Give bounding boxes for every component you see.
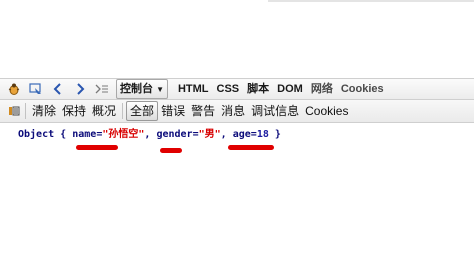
age-key: age: [232, 129, 251, 140]
comma: ,: [144, 129, 151, 140]
console-log-entry[interactable]: Object { name="孙悟空", gender="男", age=18 …: [18, 125, 281, 140]
comma: ,: [220, 129, 227, 140]
filter-info[interactable]: 消息: [218, 102, 248, 120]
browser-top-strip: [268, 0, 474, 2]
firebug-bug-icon[interactable]: [6, 81, 22, 97]
filter-errors[interactable]: 错误: [158, 102, 188, 120]
filter-separator: [25, 103, 26, 119]
filter-cookies[interactable]: Cookies: [302, 102, 351, 120]
persist-button[interactable]: 保持: [59, 102, 89, 120]
console-filter-icon[interactable]: [6, 103, 22, 119]
name-key: name: [72, 129, 97, 140]
tab-dom[interactable]: DOM: [273, 80, 307, 98]
dropdown-arrow-icon: ▼: [156, 85, 164, 94]
open-brace: {: [60, 129, 67, 140]
filter-warnings[interactable]: 警告: [188, 102, 218, 120]
firebug-toolbar: 控制台 ▼ HTML CSS 脚本 DOM 网络 Cookies: [0, 78, 474, 100]
filter-all[interactable]: 全部: [126, 101, 159, 121]
age-value: 18: [256, 129, 269, 140]
object-prefix: Object: [18, 129, 55, 140]
inspect-cursor-icon[interactable]: [28, 81, 44, 97]
annotation-underline-age: [228, 145, 274, 150]
filter-separator: [122, 103, 124, 119]
command-line-icon[interactable]: [94, 81, 110, 97]
console-filter-bar: 清除 保持 概况 全部 错误 警告 消息 调试信息 Cookies: [0, 100, 474, 123]
profile-button[interactable]: 概况: [89, 102, 119, 120]
back-arrow-icon[interactable]: [50, 81, 66, 97]
clear-button[interactable]: 清除: [29, 102, 59, 120]
name-value: "孙悟空": [102, 129, 145, 140]
tab-console-label: 控制台: [120, 83, 153, 95]
annotation-underline-gender: [160, 148, 182, 153]
tab-html[interactable]: HTML: [174, 80, 213, 98]
tab-cookies[interactable]: Cookies: [337, 80, 388, 98]
tab-script[interactable]: 脚本: [243, 80, 273, 98]
forward-arrow-icon[interactable]: [72, 81, 88, 97]
tab-console[interactable]: 控制台 ▼: [116, 79, 168, 99]
gender-key: gender: [156, 129, 193, 140]
filter-debug[interactable]: 调试信息: [248, 102, 302, 120]
gender-value: "男": [198, 129, 221, 140]
close-brace: }: [274, 129, 281, 140]
tab-css[interactable]: CSS: [213, 80, 244, 98]
annotation-underline-name: [76, 145, 118, 150]
tab-net[interactable]: 网络: [307, 80, 337, 98]
